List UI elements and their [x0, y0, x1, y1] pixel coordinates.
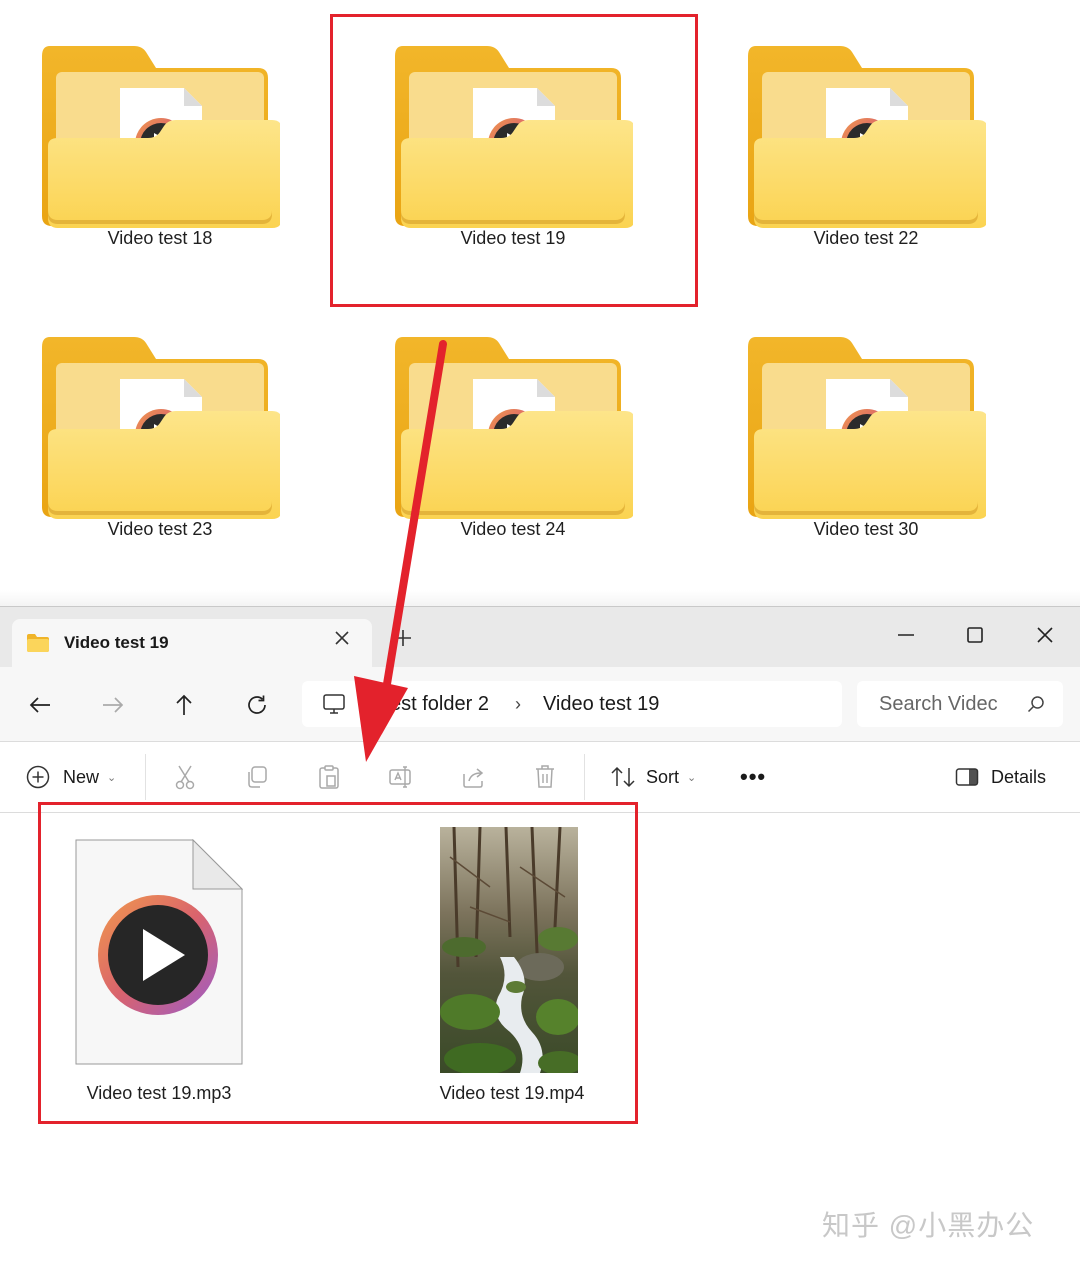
- red-arrow-icon: [354, 340, 447, 762]
- watermark-text: 知乎 @小黑办公: [822, 1210, 1035, 1241]
